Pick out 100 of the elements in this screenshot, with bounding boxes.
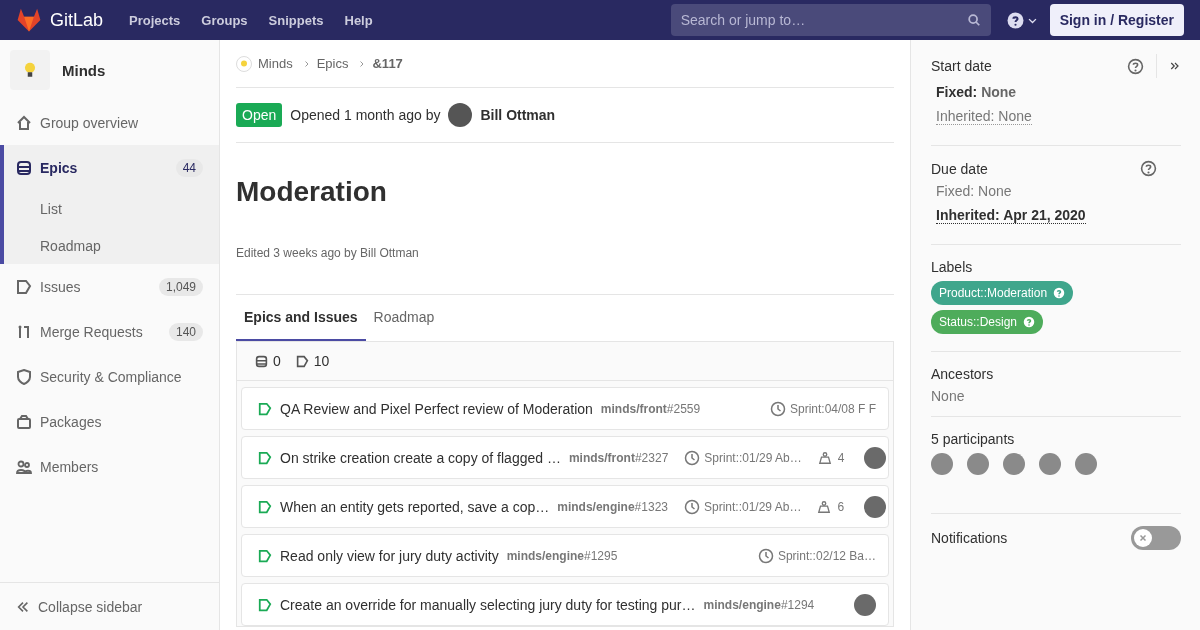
clock-icon <box>684 498 700 515</box>
epics-count: 0 <box>273 353 281 369</box>
group-name[interactable]: Minds <box>62 61 106 79</box>
nav-link[interactable]: Projects <box>129 12 181 28</box>
sidebar-item[interactable]: Epics 44 <box>4 145 219 190</box>
issue-open-icon <box>258 450 272 465</box>
close-icon <box>1139 534 1147 542</box>
participant-avatar[interactable] <box>1075 453 1097 475</box>
nav-link[interactable]: Help <box>344 12 373 28</box>
notifications-toggle[interactable] <box>1131 526 1181 550</box>
date-heading: Start date <box>931 58 992 74</box>
brand-name[interactable]: GitLab <box>50 9 104 31</box>
double-chevron-left-icon <box>16 599 30 614</box>
issue-reference: minds/front#2327 <box>568 450 669 465</box>
sidebar-item[interactable]: Group overview <box>0 100 219 145</box>
status-badge: Open <box>236 103 283 127</box>
participant-avatar[interactable] <box>931 453 953 475</box>
issue-card[interactable]: QA Review and Pixel Perfect review of Moderation minds/front#2559 Sprint:04/08 F F <box>241 387 889 430</box>
issues-icon <box>16 278 32 295</box>
milestone-text: Sprint::01/29 Ab… <box>704 499 802 514</box>
participant-avatar[interactable] <box>1039 453 1061 475</box>
breadcrumb-link[interactable]: Epics <box>316 56 349 71</box>
sidebar-subitem[interactable]: Roadmap <box>4 227 219 264</box>
issue-open-icon <box>258 401 272 416</box>
clock-icon <box>684 449 701 466</box>
ancestors-value: None <box>931 388 966 404</box>
members-icon <box>16 458 32 475</box>
edited-text: Edited 3 weeks ago by Bill Ottman <box>236 246 420 260</box>
participants-heading: 5 participants <box>931 431 1016 447</box>
merge-request-icon <box>16 323 32 340</box>
issue-card[interactable]: When an entity gets reported, save a cop… minds/engine#1323 Sprint::01/29 Ab… 6 <box>241 485 889 528</box>
stacked-layers-icon <box>255 354 268 368</box>
participant-avatar[interactable] <box>1003 453 1025 475</box>
fixed-date: Fixed: None <box>936 84 1017 100</box>
shield-icon <box>16 368 32 385</box>
date-heading: Due date <box>931 160 988 177</box>
logo-icon[interactable] <box>16 7 42 33</box>
stacked-layers-icon <box>16 159 32 176</box>
nav-link[interactable]: Groups <box>201 12 248 28</box>
issue-card[interactable]: Create an override for manually selecting jury duty for testing pur… minds/engine#1294 <box>241 583 889 626</box>
issue-title[interactable]: Read only view for jury duty activity <box>280 547 499 564</box>
tab[interactable]: Roadmap <box>365 295 443 341</box>
help-icon <box>1053 287 1066 299</box>
opened-text: Opened 1 month ago by <box>290 107 441 123</box>
chevron-right-icon <box>302 59 311 68</box>
sign-in-button[interactable]: Sign in / Register <box>1049 4 1184 36</box>
package-icon <box>16 413 32 430</box>
author-avatar[interactable] <box>448 103 473 127</box>
help-icon <box>1023 316 1036 328</box>
participant-avatar[interactable] <box>967 453 989 475</box>
issues-icon <box>295 354 309 368</box>
search-icon <box>966 13 981 27</box>
milestone-text: Sprint::02/12 Ba… <box>777 548 876 563</box>
double-chevron-right-icon[interactable] <box>1169 60 1181 72</box>
labels-heading: Labels <box>931 259 974 275</box>
nav-link[interactable]: Snippets <box>268 12 324 28</box>
help-icon[interactable] <box>1006 11 1024 29</box>
help-icon[interactable] <box>1127 57 1144 75</box>
fixed-date: Fixed: None <box>936 183 1012 199</box>
weight-icon <box>817 499 832 514</box>
issue-title[interactable]: Create an override for manually selecting jury duty for testing pur… <box>280 596 696 613</box>
assignee-avatar[interactable] <box>854 593 876 616</box>
issue-card[interactable]: Read only view for jury duty activity minds/engine#1295 Sprint::02/12 Ba… <box>241 534 889 577</box>
issue-reference: minds/engine#1295 <box>506 548 618 563</box>
issue-card[interactable]: On strike creation create a copy of flagged … minds/front#2327 Sprint::01/29 Ab… 4 <box>241 436 889 479</box>
help-icon[interactable] <box>1140 160 1157 177</box>
issue-title[interactable]: QA Review and Pixel Perfect review of Moderation <box>280 400 593 417</box>
breadcrumb-link[interactable]: Minds <box>258 56 293 71</box>
author-name[interactable]: Bill Ottman <box>480 107 556 123</box>
milestone-text: Sprint:04/08 F F <box>789 401 876 416</box>
inherited-date: Inherited: None <box>936 108 1032 125</box>
notifications-label: Notifications <box>931 530 1008 546</box>
sidebar-item[interactable]: Packages <box>0 399 219 444</box>
clock-icon <box>769 400 786 417</box>
issue-title[interactable]: When an entity gets reported, save a cop… <box>280 498 550 515</box>
issue-open-icon <box>258 597 272 612</box>
assignee-avatar[interactable] <box>864 495 887 518</box>
sidebar-item[interactable]: Issues 1,049 <box>0 264 219 309</box>
issues-count: 10 <box>313 353 330 369</box>
issue-open-icon <box>258 499 272 514</box>
weight-text: 4 <box>837 450 845 465</box>
home-icon <box>16 114 32 131</box>
sidebar-subitem[interactable]: List <box>4 190 219 227</box>
issue-reference: minds/engine#1294 <box>703 597 815 612</box>
breadcrumb-link[interactable]: &117 <box>372 56 403 71</box>
sidebar-item[interactable]: Security & Compliance <box>0 354 219 399</box>
collapse-sidebar-button[interactable]: Collapse sidebar <box>0 582 219 630</box>
ancestors-heading: Ancestors <box>931 366 995 382</box>
search-field[interactable]: Search or jump to… <box>670 4 991 36</box>
milestone-text: Sprint::01/29 Ab… <box>704 450 802 465</box>
issue-title[interactable]: On strike creation create a copy of flagged … <box>280 449 561 466</box>
weight-text: 6 <box>837 499 845 514</box>
issue-reference: minds/front#2559 <box>600 401 701 416</box>
clock-icon <box>757 547 774 564</box>
sidebar-item[interactable]: Merge Requests 140 <box>0 309 219 354</box>
weight-icon <box>817 450 832 465</box>
issue-open-icon <box>258 548 272 563</box>
sidebar-item[interactable]: Members <box>0 444 219 489</box>
assignee-avatar[interactable] <box>864 446 887 469</box>
epic-title: Moderation <box>236 176 388 208</box>
